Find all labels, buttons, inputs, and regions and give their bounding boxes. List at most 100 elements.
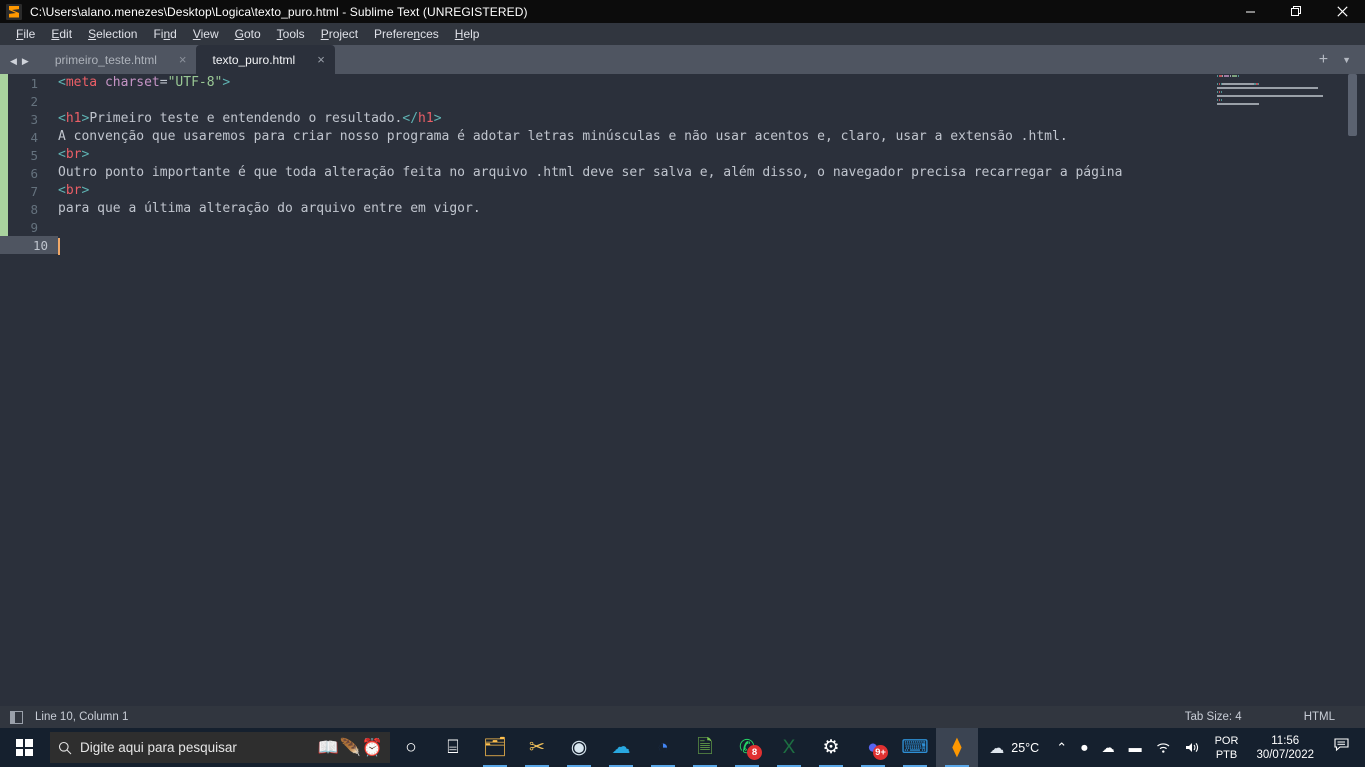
menu-bar: File Edit Selection Find View Goto Tools Projec… xyxy=(0,23,1365,45)
code-token: < xyxy=(58,183,66,198)
feather-quill-icon: 🪶 xyxy=(339,737,361,757)
settings-gear-icon[interactable]: ⚙ xyxy=(810,728,852,767)
editor-tab[interactable]: primeiro_teste.html × xyxy=(38,45,197,74)
google-chrome-icon[interactable]: ◔ xyxy=(642,728,684,767)
system-tray: ☁ 25°C ⌃ ⏺ ☁ ▬ POR PTB 11:56 30/07/2022 xyxy=(979,728,1365,767)
code-token: > xyxy=(433,111,442,126)
code-token: > xyxy=(81,147,90,162)
code-content[interactable]: <meta charset="UTF-8"> <h1>Primeiro test… xyxy=(58,74,1122,254)
code-line[interactable]: <meta charset="UTF-8"> xyxy=(58,74,1122,92)
weather-widget[interactable]: ☁ 25°C xyxy=(979,739,1049,757)
code-token: meta xyxy=(65,75,98,90)
menu-item-project[interactable]: Project xyxy=(313,25,366,43)
taskbar-search-box[interactable]: Digite aqui para pesquisar 📖 🪶 ⏰ xyxy=(50,732,390,763)
editor-tab[interactable]: texto_puro.html × xyxy=(196,45,335,74)
tab-close-icon[interactable]: × xyxy=(317,53,325,66)
notification-badge: 9+ xyxy=(873,745,888,760)
minimap-line xyxy=(1217,90,1357,93)
vs-code-icon[interactable]: ⌨ xyxy=(894,728,936,767)
notification-center-icon[interactable] xyxy=(1324,738,1361,757)
minimap-line xyxy=(1217,106,1357,109)
menu-item-view[interactable]: View xyxy=(185,25,227,43)
menu-item-edit[interactable]: Edit xyxy=(43,25,80,43)
line-number: 10 xyxy=(0,236,58,254)
file-explorer-icon-glyph: 🗂 xyxy=(482,737,508,758)
wifi-icon[interactable] xyxy=(1149,741,1178,754)
azure-data-studio-icon[interactable]: ☁ xyxy=(600,728,642,767)
menu-item-file[interactable]: File xyxy=(8,25,43,43)
tab-list-dropdown-icon[interactable]: ▼ xyxy=(1342,55,1351,65)
volume-icon[interactable] xyxy=(1178,741,1207,754)
minimap-scrollbar[interactable] xyxy=(1348,74,1357,136)
language-indicator[interactable]: POR PTB xyxy=(1207,734,1247,762)
minimap-line xyxy=(1217,86,1357,89)
line-number: 5 xyxy=(30,147,38,163)
task-view-icon[interactable]: ⌸ xyxy=(432,728,474,767)
onedrive-icon[interactable]: ☁ xyxy=(1095,740,1122,756)
code-line[interactable]: Outro ponto importante é que toda altera… xyxy=(58,164,1122,182)
taskbar-app-icons: ○ ⌸ 🗂 ✂ ◉ ☁ ◔ 🗎 ✆ 8 X ⚙ ● 9+ ⌨ ⧫ xyxy=(390,728,978,767)
menu-item-goto[interactable]: Goto xyxy=(227,25,269,43)
whatsapp-icon[interactable]: ✆ 8 xyxy=(726,728,768,767)
notification-badge: 8 xyxy=(747,745,762,760)
code-token: br xyxy=(65,183,82,198)
notepad-edit-icon-glyph: 🗎 xyxy=(697,737,713,758)
line-number: 4 xyxy=(30,129,38,145)
minimize-icon[interactable] xyxy=(1227,0,1273,23)
excel-icon-glyph: X xyxy=(782,737,796,758)
caret-position-label[interactable]: Line 10, Column 1 xyxy=(35,711,128,723)
tab-scroll-arrows[interactable]: ◀ ▶ xyxy=(0,56,39,74)
tab-bar-actions: + ▼ xyxy=(1319,52,1365,74)
start-button[interactable] xyxy=(0,728,48,767)
clock-time: 11:56 xyxy=(1271,734,1300,747)
search-input[interactable]: Digite aqui para pesquisar xyxy=(80,740,317,755)
menu-item-selection[interactable]: Selection xyxy=(80,25,145,43)
code-editor[interactable]: 1 2 3 4 5 6 7 8 9 10 <meta charset="UTF-8"> <h1>P… xyxy=(0,74,1365,706)
code-line[interactable] xyxy=(58,218,1122,236)
browser-avatar-icon[interactable]: ◉ xyxy=(558,728,600,767)
code-token: </ xyxy=(402,111,419,126)
close-icon[interactable] xyxy=(1319,0,1365,23)
window-title-bar: C:\Users\alano.menezes\Desktop\Logica\te… xyxy=(0,0,1365,23)
desktop-screen: C:\Users\alano.menezes\Desktop\Logica\te… xyxy=(0,0,1365,767)
snip-sketch-icon[interactable]: ✂ xyxy=(516,728,558,767)
line-number: 6 xyxy=(30,165,38,181)
notepad-edit-icon[interactable]: 🗎 xyxy=(684,728,726,767)
line-number: 2 xyxy=(30,93,38,109)
search-icon xyxy=(50,741,80,755)
discord-icon[interactable]: ● 9+ xyxy=(852,728,894,767)
code-line[interactable] xyxy=(58,236,1122,254)
tray-overflow-icon[interactable]: ⌃ xyxy=(1049,740,1074,756)
cortana-icon[interactable]: ○ xyxy=(390,728,432,767)
code-line[interactable]: A convenção que usaremos para criar noss… xyxy=(58,128,1122,146)
sublime-text-icon[interactable]: ⧫ xyxy=(936,728,978,767)
tab-size-label[interactable]: Tab Size: 4 xyxy=(1185,711,1242,723)
sidebar-toggle-icon[interactable] xyxy=(10,710,23,724)
menu-item-find[interactable]: Find xyxy=(145,25,184,43)
battery-icon[interactable]: ▬ xyxy=(1122,740,1149,755)
google-chrome-icon-glyph: ◔ xyxy=(657,737,669,758)
tab-close-icon[interactable]: × xyxy=(179,53,187,66)
menu-item-tools[interactable]: Tools xyxy=(269,25,313,43)
code-token: > xyxy=(81,183,90,198)
menu-item-preferences[interactable]: Preferences xyxy=(366,25,447,43)
clock-widget[interactable]: 11:56 30/07/2022 xyxy=(1246,734,1324,762)
excel-icon[interactable]: X xyxy=(768,728,810,767)
minimap[interactable] xyxy=(1217,74,1357,706)
code-line[interactable]: para que a última alteração do arquivo e… xyxy=(58,200,1122,218)
camera-icon[interactable]: ⏺ xyxy=(1074,740,1095,756)
sublime-text-icon xyxy=(6,3,22,20)
temperature-label: 25°C xyxy=(1011,740,1040,755)
code-line[interactable] xyxy=(58,92,1122,110)
tab-next-arrow-icon[interactable]: ▶ xyxy=(22,56,29,67)
new-tab-icon[interactable]: + xyxy=(1319,52,1328,68)
syntax-label[interactable]: HTML xyxy=(1304,711,1335,723)
code-line[interactable]: <br> xyxy=(58,146,1122,164)
vs-code-icon-glyph: ⌨ xyxy=(901,737,929,758)
code-line[interactable]: <br> xyxy=(58,182,1122,200)
code-line[interactable]: <h1>Primeiro teste e entendendo o result… xyxy=(58,110,1122,128)
restore-icon[interactable] xyxy=(1273,0,1319,23)
tab-prev-arrow-icon[interactable]: ◀ xyxy=(10,56,17,67)
file-explorer-icon[interactable]: 🗂 xyxy=(474,728,516,767)
menu-item-help[interactable]: Help xyxy=(447,25,488,43)
